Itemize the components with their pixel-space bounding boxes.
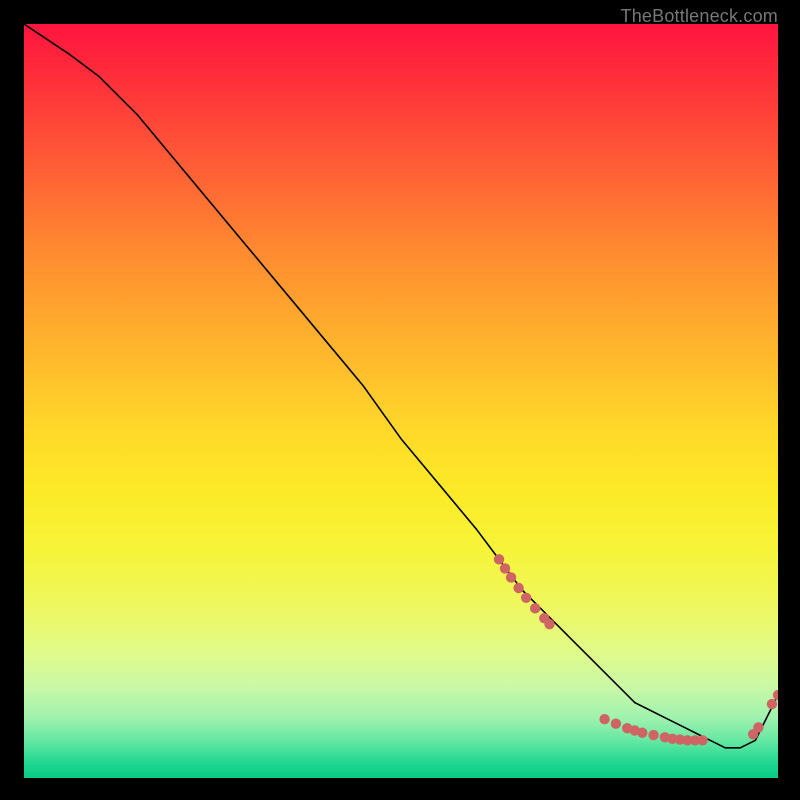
bottleneck-curve bbox=[24, 24, 778, 748]
chart-svg bbox=[24, 24, 778, 778]
data-markers bbox=[494, 554, 778, 745]
data-marker bbox=[648, 730, 658, 740]
data-marker bbox=[697, 735, 707, 745]
data-marker bbox=[637, 728, 647, 738]
data-marker bbox=[773, 690, 778, 700]
data-marker bbox=[599, 714, 609, 724]
data-marker bbox=[521, 593, 531, 603]
data-marker bbox=[753, 722, 763, 732]
data-marker bbox=[611, 719, 621, 729]
data-marker bbox=[506, 572, 516, 582]
data-marker bbox=[544, 619, 554, 629]
data-marker bbox=[513, 583, 523, 593]
data-marker bbox=[494, 554, 504, 564]
data-marker bbox=[500, 563, 510, 573]
data-marker bbox=[530, 603, 540, 613]
chart-stage: TheBottleneck.com bbox=[0, 0, 800, 800]
data-marker bbox=[767, 699, 777, 709]
plot-area bbox=[24, 24, 778, 778]
